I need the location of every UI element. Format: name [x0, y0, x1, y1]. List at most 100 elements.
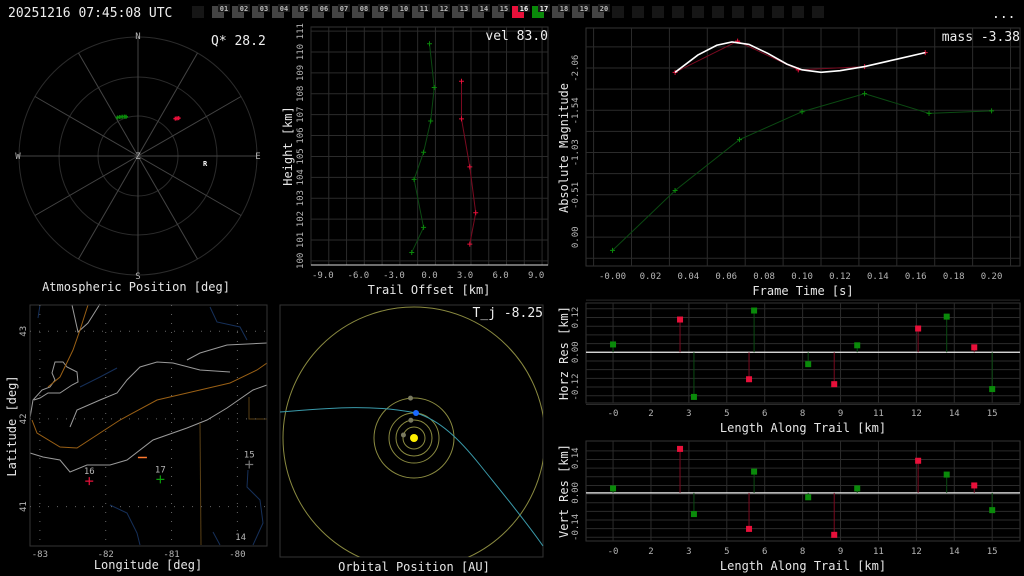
camera-19[interactable]: 19 — [572, 4, 590, 18]
camera-label: 09 — [380, 5, 388, 13]
camera-slot-24[interactable] — [672, 6, 684, 18]
y-tick-label: -0.51 — [571, 182, 581, 209]
x-tick-label: -9.0 — [312, 271, 334, 281]
residual-marker-17 — [751, 307, 758, 314]
camera-09[interactable]: 09 — [372, 4, 390, 18]
y-tick-label: 107 — [296, 107, 306, 123]
residual-marker-16 — [746, 525, 753, 532]
residual-marker-16 — [831, 531, 838, 538]
camera-slot-31[interactable] — [812, 6, 824, 18]
camera-01[interactable]: 01 — [212, 4, 230, 18]
camera-slot-0[interactable] — [192, 6, 204, 18]
camera-12[interactable]: 12 — [432, 4, 450, 18]
camera-08[interactable]: 08 — [352, 4, 370, 18]
magnitude-plot-area — [585, 27, 1021, 267]
camera-indicator — [772, 6, 784, 18]
camera-16[interactable]: 16 — [512, 4, 530, 18]
y-tick-label: 0.00 — [571, 482, 581, 504]
x-tick-label: -3.0 — [383, 271, 405, 281]
x-tick-label: 15 — [987, 409, 998, 419]
residual-marker-17 — [690, 511, 697, 518]
y-tick-label: 0.14 — [571, 447, 581, 469]
compass-east: E — [255, 152, 260, 162]
q-star-annotation: Q* 28.2 — [211, 34, 266, 49]
coastline — [29, 384, 268, 473]
timestamp: 20251216 07:45:08 UTC — [8, 6, 172, 21]
camera-slot-26[interactable] — [712, 6, 724, 18]
camera-03[interactable]: 03 — [252, 4, 270, 18]
coastline — [71, 303, 101, 333]
x-tick-label: -0.00 — [599, 272, 626, 282]
camera-slot-28[interactable] — [752, 6, 764, 18]
velocity-annotation: vel 83.0 — [485, 29, 548, 44]
camera-11[interactable]: 11 — [412, 4, 430, 18]
camera-07[interactable]: 07 — [332, 4, 350, 18]
station-marker-16[interactable] — [85, 477, 94, 486]
camera-14[interactable]: 14 — [472, 4, 490, 18]
camera-13[interactable]: 13 — [452, 4, 470, 18]
camera-18[interactable]: 18 — [552, 4, 570, 18]
river — [37, 304, 41, 319]
y-tick-label: -1.03 — [571, 139, 581, 166]
residual-marker-16 — [915, 325, 922, 332]
y-tick-label: 0.00 — [571, 341, 581, 363]
x-tick-label: 11 — [873, 409, 884, 419]
data-point-16 — [458, 78, 464, 84]
x-tick-label: 0.0 — [421, 271, 437, 281]
state-border — [47, 304, 89, 388]
earth-marker — [413, 410, 419, 416]
camera-15[interactable]: 15 — [492, 4, 510, 18]
residual-marker-17 — [610, 341, 617, 348]
station-marker-17[interactable] — [156, 475, 165, 484]
x-tick-label: 6 — [762, 547, 767, 557]
residual-marker-17 — [989, 507, 996, 514]
menu-button[interactable]: ... — [992, 7, 1015, 22]
camera-indicator — [192, 6, 204, 18]
camera-slot-27[interactable] — [732, 6, 744, 18]
y-tick-label: -1.54 — [571, 97, 581, 124]
camera-label: 13 — [460, 5, 468, 13]
data-point-16 — [458, 116, 464, 122]
camera-label: 20 — [600, 5, 608, 13]
plot-frame — [585, 27, 1021, 267]
residual-marker-17 — [854, 342, 861, 349]
camera-10[interactable]: 10 — [392, 4, 410, 18]
x-tick-label: 0.12 — [829, 272, 851, 282]
compass-south: S — [135, 272, 140, 282]
magnitude-panel: mass -3.38 Frame Time [s] Absolute Magni… — [557, 27, 1021, 298]
residual-marker-17 — [943, 471, 950, 478]
series-line-17 — [411, 43, 435, 253]
station-label: 14 — [235, 533, 246, 543]
orbital-position-panel: T_j -8.25 Orbital Position [AU] — [279, 304, 544, 574]
y-tick-label: 42 — [19, 414, 29, 425]
camera-20[interactable]: 20 — [592, 4, 610, 18]
station-label: 16 — [84, 467, 95, 477]
camera-02[interactable]: 02 — [232, 4, 250, 18]
camera-17[interactable]: 17 — [532, 4, 550, 18]
compass-west: W — [15, 152, 21, 162]
camera-06[interactable]: 06 — [312, 4, 330, 18]
station-marker-15[interactable] — [245, 460, 254, 469]
camera-05[interactable]: 05 — [292, 4, 310, 18]
y-tick-label: 111 — [296, 23, 306, 39]
camera-label: 05 — [300, 5, 308, 13]
camera-04[interactable]: 04 — [272, 4, 290, 18]
camera-indicator — [652, 6, 664, 18]
meteoroid-orbit-path — [279, 407, 544, 547]
camera-slot-29[interactable] — [772, 6, 784, 18]
x-tick-label: 5 — [724, 409, 729, 419]
camera-slot-23[interactable] — [652, 6, 664, 18]
state-border — [31, 362, 268, 449]
camera-slot-30[interactable] — [792, 6, 804, 18]
residual-marker-16 — [971, 344, 978, 351]
x-tick-label: 3.0 — [457, 271, 473, 281]
camera-slot-25[interactable] — [692, 6, 704, 18]
county-line — [248, 397, 267, 420]
camera-slot-22[interactable] — [632, 6, 644, 18]
data-point-17 — [926, 110, 932, 116]
camera-slot-21[interactable] — [612, 6, 624, 18]
x-tick-label: 9.0 — [528, 271, 544, 281]
y-tick-label: 43 — [19, 326, 29, 337]
residual-marker-17 — [854, 485, 861, 492]
camera-indicator — [812, 6, 824, 18]
